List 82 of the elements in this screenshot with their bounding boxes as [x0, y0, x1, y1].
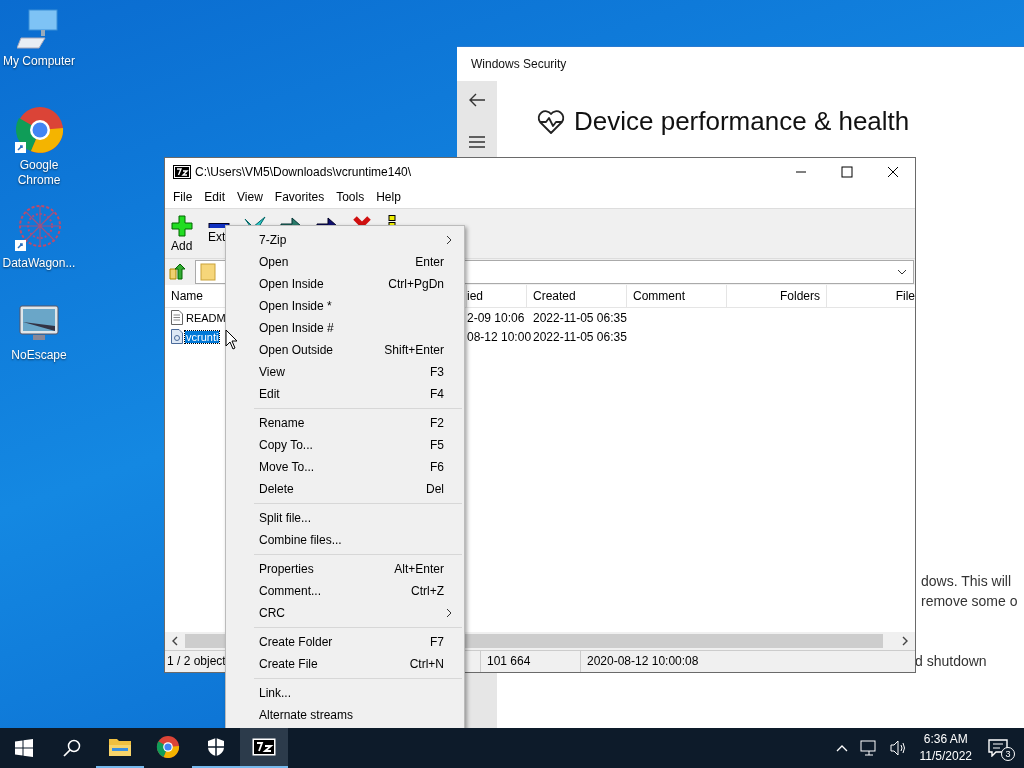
shield-icon [207, 737, 225, 757]
menu-item[interactable]: Edit [198, 190, 232, 204]
folder-icon [200, 263, 216, 281]
search-icon[interactable] [63, 739, 81, 757]
app-logo-icon [173, 165, 191, 179]
plus-icon [171, 215, 193, 237]
context-menu-item[interactable]: Delete Del [226, 478, 464, 500]
context-menu-item[interactable]: Edit F4 [226, 383, 464, 405]
menu-item[interactable]: Favorites [268, 190, 331, 204]
clock-date[interactable]: 11/5/2022 [919, 748, 972, 765]
info-icon[interactable] [388, 215, 396, 227]
table-cell-text: 2022-11-05 06:35 [532, 310, 627, 325]
browser-icon[interactable] [14, 106, 64, 156]
notification-icon[interactable] [988, 739, 1008, 757]
maximize-icon[interactable] [841, 166, 853, 178]
folder-up-icon[interactable] [169, 263, 187, 281]
context-menu-item[interactable]: Split file... [226, 507, 464, 529]
browser-icon [156, 735, 180, 759]
page-heading: Device performance & health [574, 106, 910, 137]
context-menu-item[interactable]: Comment... Ctrl+Z [226, 580, 464, 602]
taskbar-app-button[interactable] [240, 728, 288, 768]
context-menu-item[interactable]: Combine files... [226, 529, 464, 551]
table-cell-text: 2-09 10:06 [467, 310, 526, 325]
desktop-icon-label[interactable]: Google Chrome [2, 158, 76, 188]
description-text: remove some o [921, 592, 1019, 611]
desktop-icon-label[interactable]: NoEscape [2, 348, 76, 363]
mesh-icon[interactable] [14, 204, 64, 254]
notification-badge: 3 [1001, 747, 1015, 761]
window-title: Windows Security [470, 56, 568, 73]
network-icon[interactable] [859, 740, 878, 756]
minus-icon[interactable] [208, 223, 230, 228]
context-menu-item[interactable]: Alternate streams [226, 704, 464, 726]
context-menu-item[interactable]: Open Inside # [226, 317, 464, 339]
clock-time[interactable]: 6:36 AM [923, 731, 968, 748]
column-header[interactable]: File [827, 285, 915, 307]
context-menu-item[interactable]: Open Inside * [226, 295, 464, 317]
description-text: dows. This will [921, 572, 1012, 591]
close-icon[interactable] [887, 166, 899, 178]
context-menu-item[interactable]: Properties Alt+Enter [226, 558, 464, 580]
description-text: d shutdown [915, 652, 988, 671]
delete-icon[interactable] [352, 215, 372, 227]
file-name[interactable]: READM [185, 311, 227, 324]
column-header[interactable]: Folders [727, 285, 827, 307]
scroll-left-icon[interactable] [171, 636, 179, 646]
context-menu-item[interactable]: Copy To... F5 [226, 434, 464, 456]
menu-item[interactable]: View [231, 190, 269, 204]
folder-icon [108, 737, 132, 757]
status-text: 2020-08-12 10:00:08 [586, 653, 700, 670]
menu-item[interactable]: Help [370, 190, 407, 204]
chevron-up-icon[interactable] [835, 744, 848, 752]
menu-item[interactable]: File [167, 190, 199, 204]
volume-icon[interactable] [889, 740, 908, 756]
desktop-icon-label[interactable]: DataWagon... [2, 256, 76, 271]
menu-item[interactable]: Tools [330, 190, 371, 204]
file-gear-icon [171, 329, 183, 344]
context-menu-item[interactable]: Open Inside Ctrl+PgDn [226, 273, 464, 295]
app-logo-icon [252, 738, 276, 756]
context-menu-item[interactable]: Create File Ctrl+N [226, 653, 464, 675]
desktop-icon-label[interactable]: My Computer [2, 54, 76, 69]
column-header[interactable]: ied [467, 285, 527, 307]
column-header[interactable]: Created [527, 285, 627, 307]
mouse-cursor-icon [225, 329, 238, 350]
toolbar-button[interactable]: Add [170, 215, 206, 253]
back-icon[interactable] [468, 92, 486, 108]
dropdown-caret-icon[interactable] [897, 269, 907, 275]
context-menu-item[interactable]: Rename F2 [226, 412, 464, 434]
computer-icon[interactable] [17, 8, 61, 52]
status-text: 101 664 [481, 651, 581, 672]
context-menu-item[interactable]: CRC [226, 602, 464, 624]
context-menu-item[interactable]: View F3 [226, 361, 464, 383]
heart-pulse-icon [537, 108, 565, 135]
context-menu-item[interactable]: Move To... F6 [226, 456, 464, 478]
menu-icon[interactable] [468, 136, 486, 148]
scroll-right-icon[interactable] [901, 636, 909, 646]
file-name[interactable]: vcrunti [185, 330, 220, 343]
column-header[interactable]: Comment [627, 285, 727, 307]
context-menu-item[interactable]: Create Folder F7 [226, 631, 464, 653]
context-menu-item[interactable]: Link... [226, 682, 464, 704]
context-menu-item[interactable]: Open Enter [226, 251, 464, 273]
windows-logo-icon[interactable] [15, 739, 33, 757]
document-icon [171, 310, 183, 325]
window-title: C:\Users\VM5\Downloads\vcruntime140\ [195, 165, 412, 179]
